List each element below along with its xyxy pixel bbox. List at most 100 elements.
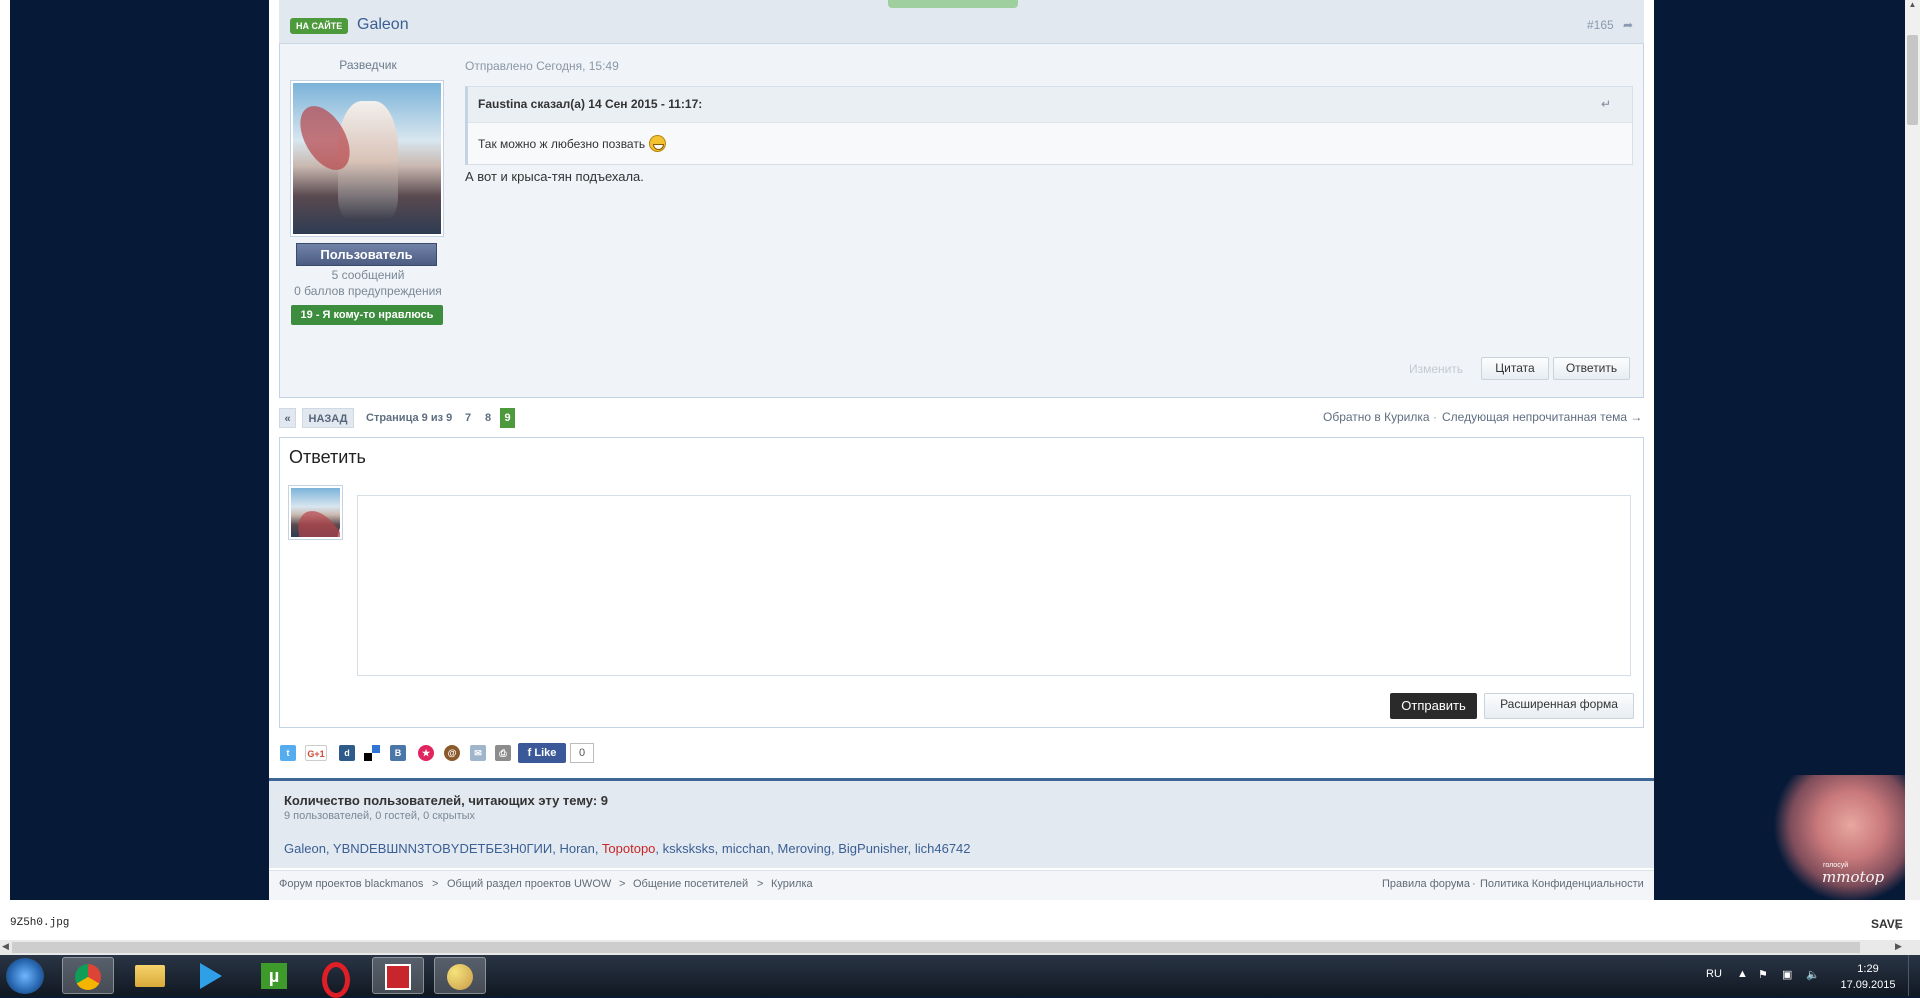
breadcrumb-item[interactable]: Форум проектов blackmanos xyxy=(279,878,423,890)
breadcrumb-item[interactable]: Общий раздел проектов UWOW xyxy=(447,878,611,890)
quote-jump-icon[interactable]: ↵ xyxy=(1601,97,1611,111)
reply-avatar-image xyxy=(291,488,340,537)
back-to-forum-link[interactable]: Обратно в Курилка xyxy=(1323,410,1430,424)
page-link-7[interactable]: 7 xyxy=(465,408,471,428)
reader-link[interactable]: BigPunisher xyxy=(838,841,907,856)
reader-link[interactable]: lich46742 xyxy=(915,841,971,856)
reader-link[interactable]: kskskskѕ xyxy=(663,841,715,856)
file-name: 9Z5h0.jpg xyxy=(10,917,70,929)
user-rank: Разведчик xyxy=(339,58,397,72)
taskbar-opera[interactable] xyxy=(310,957,362,998)
vertical-scroll-thumb[interactable] xyxy=(1907,35,1918,125)
image-viewer-bar xyxy=(0,900,1920,940)
google-plus-icon[interactable]: G+1 xyxy=(305,745,327,761)
reply-title: Ответить xyxy=(289,447,366,467)
quote-text: Так можно ж любезно позвать xyxy=(478,137,646,151)
readers-title: Количество пользователей, читающих эту т… xyxy=(284,793,609,808)
facebook-like-label: Like xyxy=(534,747,557,759)
scroll-up-icon[interactable]: ▲ xyxy=(1905,0,1920,12)
system-clock[interactable]: 1:29 17.09.2015 xyxy=(1840,961,1896,993)
screenshot-app-icon xyxy=(385,964,411,990)
clock-time: 1:29 xyxy=(1857,963,1879,975)
page-top-tab xyxy=(888,0,1018,8)
taskbar-screenshot-app[interactable] xyxy=(372,957,424,994)
prev-page-button[interactable]: « xyxy=(279,408,296,428)
back-button[interactable]: НАЗАД xyxy=(302,408,354,428)
post-count: 5 сообщений xyxy=(331,268,405,282)
send-button[interactable]: Отправить xyxy=(1390,693,1477,719)
mmotop-logo: mmotop xyxy=(1822,868,1885,886)
taskbar-explorer[interactable] xyxy=(124,957,176,994)
share-icon[interactable]: ➦ xyxy=(1623,18,1633,32)
horizontal-scroll-thumb[interactable] xyxy=(12,942,1860,953)
privacy-policy-link[interactable]: Политика Конфиденциальности xyxy=(1480,878,1644,890)
facebook-like-button[interactable]: f Like xyxy=(518,743,566,763)
save-dropdown-icon[interactable]: ▼ xyxy=(1893,923,1901,932)
breadcrumb-separator: > xyxy=(432,878,439,890)
post-number-link[interactable]: #165 xyxy=(1587,18,1614,32)
reader-link[interactable]: Horan xyxy=(559,841,594,856)
forum-rules-link[interactable]: Правила форума xyxy=(1382,878,1470,890)
print-icon[interactable]: ⎙ xyxy=(495,745,511,761)
media-player-icon xyxy=(200,963,222,989)
breadcrumb-item[interactable]: Курилка xyxy=(771,878,813,890)
digg-icon[interactable]: d xyxy=(339,745,355,761)
network-icon[interactable]: ▣ xyxy=(1782,968,1792,981)
myspace-icon[interactable]: ★ xyxy=(418,745,434,761)
reader-link[interactable]: Meroving xyxy=(778,841,831,856)
taskbar-media-player[interactable] xyxy=(186,957,238,994)
scroll-right-icon[interactable]: ▶ xyxy=(1895,941,1902,952)
post-username[interactable]: Galeon xyxy=(357,16,409,34)
facebook-like-count: 0 xyxy=(570,743,594,763)
readers-summary: 9 пользователей, 0 гостей, 0 скрытых xyxy=(284,810,476,822)
twitter-icon[interactable]: t xyxy=(280,745,296,761)
warning-points: 0 баллов предупреждения xyxy=(294,284,442,298)
show-hidden-icons-icon[interactable]: ▲ xyxy=(1737,968,1748,980)
mail-agent-icon[interactable]: @ xyxy=(444,745,460,761)
link-separator: · xyxy=(1433,410,1437,424)
vk-icon[interactable]: B xyxy=(390,745,406,761)
readers-list: Galeon, YBNDEBШNN3TOBYDETБE3H0ГИИ, Horan… xyxy=(284,841,971,856)
start-orb-icon[interactable] xyxy=(6,958,44,994)
footer-separator: · xyxy=(1472,878,1476,890)
taskbar-chrome[interactable] xyxy=(62,957,114,994)
reputation-badge: 19 - Я кому-то нравлюсь xyxy=(291,305,443,325)
scroll-left-icon[interactable]: ◀ xyxy=(2,941,9,952)
explorer-icon xyxy=(135,965,165,987)
language-indicator[interactable]: RU xyxy=(1706,968,1722,980)
show-desktop-button[interactable] xyxy=(1908,955,1920,996)
page-current: 9 xyxy=(500,408,515,428)
breadcrumb-item[interactable]: Общение посетителей xyxy=(633,878,748,890)
reply-textarea[interactable] xyxy=(357,495,1631,676)
avatar-image xyxy=(293,83,441,234)
paint-icon xyxy=(447,964,473,990)
user-avatar[interactable] xyxy=(290,80,444,237)
edit-button[interactable]: Изменить xyxy=(1409,362,1463,376)
post-reply-button[interactable]: Ответить xyxy=(1553,357,1630,380)
clock-date: 17.09.2015 xyxy=(1840,979,1896,991)
reader-link[interactable]: YBNDEBШNN3TOBYDETБE3H0ГИИ xyxy=(333,841,552,856)
volume-icon[interactable]: 🔈 xyxy=(1806,968,1820,981)
quote-button[interactable]: Цитата xyxy=(1481,357,1549,380)
advanced-form-button[interactable]: Расширенная форма xyxy=(1484,693,1634,719)
breadcrumb-separator: > xyxy=(757,878,764,890)
delicious-icon[interactable] xyxy=(364,745,380,761)
reader-link[interactable]: micchan xyxy=(722,841,770,856)
post-message: А вот и крыса-тян подъехала. xyxy=(465,169,644,184)
quote-citation: Faustina сказал(а) 14 Сен 2015 - 11:17: xyxy=(478,97,703,111)
utorrent-icon: µ xyxy=(261,963,287,989)
action-center-flag-icon[interactable]: ⚑ xyxy=(1758,968,1768,981)
smiley-icon xyxy=(649,135,666,152)
online-badge: НА САЙТЕ xyxy=(290,18,349,34)
reader-link[interactable]: Galeon xyxy=(284,841,326,856)
opera-icon xyxy=(322,962,350,998)
page-link-8[interactable]: 8 xyxy=(485,408,491,428)
email-icon[interactable]: ✉ xyxy=(470,745,486,761)
vertical-scrollbar[interactable] xyxy=(1905,0,1920,900)
breadcrumb-separator: > xyxy=(619,878,626,890)
taskbar-utorrent[interactable]: µ xyxy=(248,957,300,994)
reader-link-moderator[interactable]: Topotopo xyxy=(602,841,656,856)
next-unread-link[interactable]: Следующая непрочитанная тема → xyxy=(1442,410,1642,424)
taskbar-paint[interactable] xyxy=(434,957,486,994)
user-group-badge: Пользователь xyxy=(296,243,437,266)
